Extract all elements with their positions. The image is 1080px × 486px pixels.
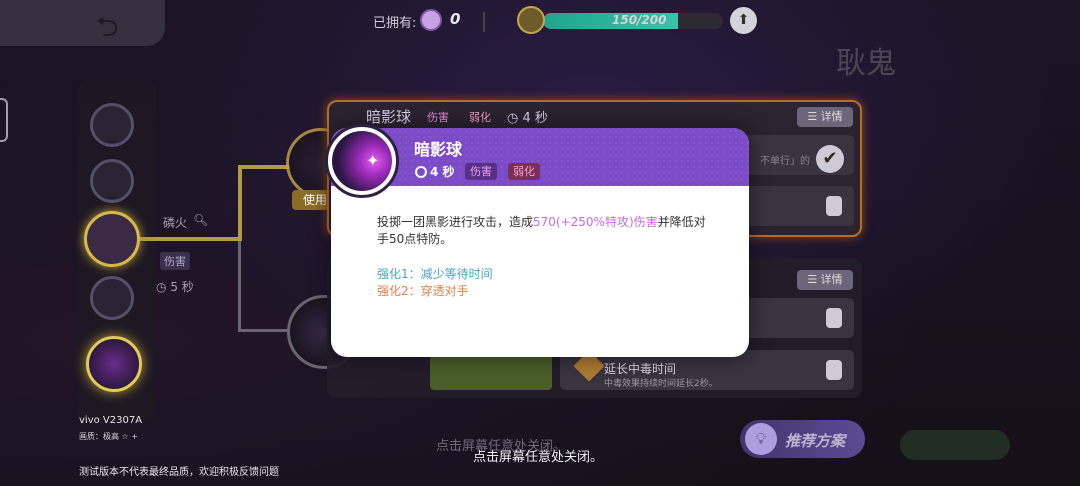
back-arrow-icon: ⮌ — [96, 10, 119, 43]
quality-label: 画质：极高 ☆ + — [79, 432, 138, 441]
panel-cooldown-value: 4 秒 — [522, 111, 548, 126]
top-bar: ⮌ 已拥有: 0 150/200 ⬆ — [0, 0, 1080, 46]
recommend-button[interactable]: 💡︎ 推荐方案 — [740, 420, 865, 458]
tree-connector — [238, 241, 241, 331]
modal-title: 暗影球 — [414, 140, 463, 159]
clock-icon — [415, 166, 427, 178]
modal-cooldown: 4 秒 — [415, 163, 455, 180]
modal-cooldown-value: 4 秒 — [430, 165, 455, 179]
skill-node[interactable] — [90, 159, 134, 203]
xp-text: 150/200 — [612, 13, 667, 27]
back-button[interactable]: ⮌ — [0, 0, 165, 46]
share-button[interactable] — [900, 430, 1010, 460]
tag-damage: 伤害 — [465, 163, 497, 180]
divider — [483, 12, 485, 32]
damage-tag: 伤害 — [160, 252, 190, 270]
cooldown-text: ◷ 5 秒 — [156, 278, 194, 295]
cooldown-value: 5 秒 — [170, 280, 194, 294]
check-icon: ✔ — [816, 145, 844, 173]
candy-icon — [420, 9, 442, 31]
panel-quote: 不单行」的 — [760, 156, 810, 167]
side-tab[interactable] — [0, 98, 8, 142]
shadow-ball-orb: ✦ — [332, 131, 392, 191]
enhancement-2: 强化2：穿透对手 — [377, 284, 469, 298]
level-badge-icon — [517, 6, 545, 34]
recommend-label: 推荐方案 — [785, 432, 846, 450]
pokemon-name: 耿鬼 — [836, 46, 896, 81]
clock-icon: ◷ — [507, 111, 519, 126]
panel-row-title: 延长中毒时间 — [604, 362, 677, 376]
test-notice: 测试版本不代表最终品质，欢迎积极反馈问题 — [79, 467, 279, 478]
skill-description: 投掷一团黑影进行攻击，造成570(+250%特攻)伤害并降低对手50点特防。 — [377, 214, 717, 248]
device-model: vivo V2307A — [79, 415, 143, 426]
clock-icon: ◷ — [156, 280, 167, 294]
panel-tag-weaken: 弱化 — [469, 111, 491, 124]
tree-connector — [238, 165, 290, 169]
lock-icon — [826, 360, 842, 380]
detail-button-label: 详情 — [820, 110, 843, 123]
upgrade-button[interactable]: ⬆ — [730, 7, 757, 34]
lightbulb-icon: 💡︎ — [745, 423, 777, 455]
detail-button[interactable]: ☰ 详情 — [797, 107, 853, 127]
detail-button-label: 详情 — [820, 273, 843, 286]
owned-label: 已拥有: — [373, 16, 417, 31]
sparkle-icon: ✦ — [366, 151, 380, 170]
desc-text: 投掷一团黑影进行攻击，造成 — [377, 215, 534, 229]
tag-weaken: 弱化 — [508, 163, 540, 180]
skill-node-selected[interactable] — [84, 211, 140, 267]
lock-icon — [826, 196, 842, 216]
lock-icon — [826, 308, 842, 328]
close-hint[interactable]: 点击屏幕任意处关闭。 — [473, 446, 603, 465]
panel-skill-name: 暗影球 — [366, 108, 412, 126]
upgrade-arrow-icon: ⬆ — [737, 12, 750, 28]
shadow-ball-icon: ✦ — [325, 124, 399, 198]
panel-cooldown: ◷ 4 秒 — [504, 106, 551, 127]
enhancement-1: 强化1：减少等待时间 — [377, 267, 493, 281]
settings-node[interactable] — [90, 103, 134, 147]
tree-connector — [238, 329, 290, 332]
panel-row-sub: 中毒效果持续时间延长2秒。 — [604, 379, 718, 389]
ultimate-skill-node[interactable] — [86, 336, 142, 392]
panel-tag-damage: 伤害 — [427, 111, 449, 124]
tree-connector — [238, 165, 242, 241]
desc-damage-value: 570(+250%特攻)伤害 — [533, 215, 658, 229]
tree-connector — [140, 237, 240, 241]
skill-label: 磷火 — [163, 216, 188, 230]
search-icon: 🔍︎ — [193, 213, 209, 227]
detail-button-2[interactable]: ☰ 详情 — [797, 270, 853, 290]
owned-count: 0 — [450, 10, 461, 28]
skill-node[interactable] — [90, 276, 134, 320]
